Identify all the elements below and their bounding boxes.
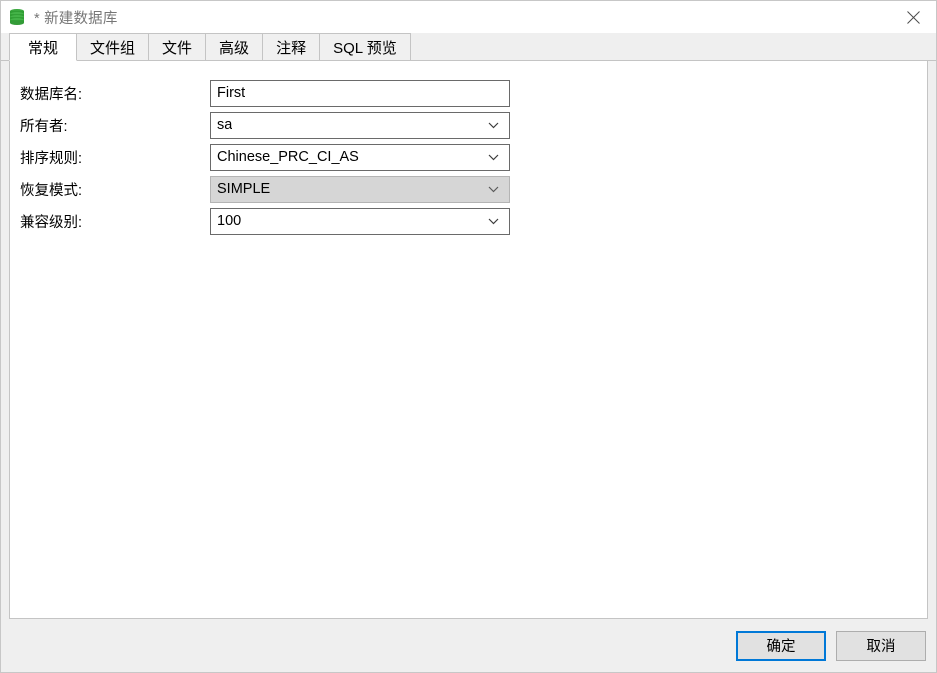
owner-combobox[interactable]: sa	[210, 111, 510, 139]
recovery-model-field-wrap: SIMPLE	[210, 175, 510, 203]
dialog-footer: 确定 取消	[1, 619, 936, 672]
form-row-database-name: 数据库名: First	[10, 77, 927, 109]
recovery-model-value: SIMPLE	[217, 181, 271, 197]
recovery-model-combobox[interactable]: SIMPLE	[210, 175, 510, 203]
close-icon[interactable]	[890, 1, 936, 33]
owner-label: 所有者:	[20, 118, 68, 135]
form-row-compatibility-level: 兼容级别: 100	[10, 205, 927, 237]
cancel-button[interactable]: 取消	[836, 630, 926, 661]
collation-combobox[interactable]: Chinese_PRC_CI_AS	[210, 143, 510, 171]
database-name-label: 数据库名:	[20, 86, 83, 103]
database-name-value: First	[217, 85, 246, 101]
ok-button[interactable]: 确定	[736, 630, 826, 661]
form-row-collation: 排序规则: Chinese_PRC_CI_AS	[10, 141, 927, 173]
new-database-dialog: * 新建数据库 常规 文件组 文件 高级 注释 SQL 预览 数据库名: Fir…	[0, 0, 937, 673]
tab-advanced[interactable]: 高级	[205, 33, 264, 61]
database-icon	[8, 8, 26, 26]
compatibility-level-combobox[interactable]: 100	[210, 207, 510, 235]
owner-field-wrap: sa	[210, 111, 510, 139]
tab-label: SQL 预览	[333, 39, 397, 57]
chevron-down-icon	[487, 183, 500, 196]
general-tab-panel: 数据库名: First 所有者: sa 排序规则: Chinese_PRC_CI…	[9, 61, 928, 619]
compatibility-level-field-wrap: 100	[210, 207, 510, 235]
tab-label: 注释	[276, 39, 307, 57]
owner-value: sa	[217, 117, 233, 133]
tab-label: 文件	[162, 39, 193, 57]
tab-files[interactable]: 文件	[148, 33, 207, 61]
collation-value: Chinese_PRC_CI_AS	[217, 149, 359, 165]
ok-button-label: 确定	[766, 639, 796, 655]
compatibility-level-value: 100	[217, 213, 242, 229]
compatibility-level-label: 兼容级别:	[20, 214, 83, 231]
tab-sql-preview[interactable]: SQL 预览	[319, 33, 411, 61]
tab-comment[interactable]: 注释	[262, 33, 321, 61]
tab-label: 高级	[219, 39, 250, 57]
tab-label: 常规	[28, 39, 59, 57]
cancel-button-label: 取消	[866, 639, 896, 655]
window-title: * 新建数据库	[34, 10, 118, 27]
chevron-down-icon	[487, 119, 500, 132]
tab-filegroups[interactable]: 文件组	[76, 33, 150, 61]
collation-label: 排序规则:	[20, 150, 83, 167]
title-bar: * 新建数据库	[1, 1, 936, 33]
tab-label: 文件组	[90, 39, 136, 57]
chevron-down-icon	[487, 215, 500, 228]
form-row-recovery-model: 恢复模式: SIMPLE	[10, 173, 927, 205]
form-row-owner: 所有者: sa	[10, 109, 927, 141]
tab-general[interactable]: 常规	[9, 33, 78, 61]
tab-underline	[1, 60, 936, 61]
tab-bar: 常规 文件组 文件 高级 注释 SQL 预览	[1, 33, 936, 61]
database-form: 数据库名: First 所有者: sa 排序规则: Chinese_PRC_CI…	[10, 77, 927, 237]
database-name-input[interactable]: First	[210, 79, 510, 107]
recovery-model-label: 恢复模式:	[20, 182, 83, 199]
database-name-field-wrap: First	[210, 79, 510, 107]
collation-field-wrap: Chinese_PRC_CI_AS	[210, 143, 510, 171]
chevron-down-icon	[487, 151, 500, 164]
